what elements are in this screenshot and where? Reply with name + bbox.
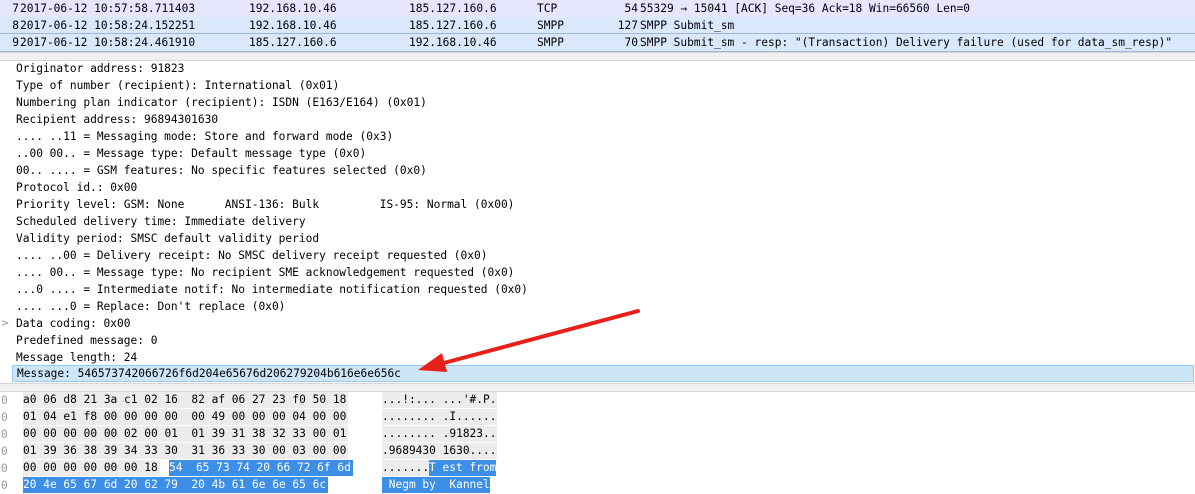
packet-info: 55329 → 15041 [ACK] Seq=36 Ack=18 Win=66… <box>640 2 971 15</box>
packet-destination: 192.168.10.46 <box>409 36 497 49</box>
ascii-bytes[interactable]: ........ .I...... <box>382 409 497 425</box>
hex-bytes-selected[interactable]: 20 4e 65 67 6d 20 62 79 20 4b 61 6e 6e 6… <box>23 477 329 493</box>
detail-line-scheduled-delivery[interactable]: Scheduled delivery time: Immediate deliv… <box>16 213 306 230</box>
packet-details-pane: Originator address: 91823 Type of number… <box>0 60 1195 382</box>
detail-line-message-type[interactable]: ..00 00.. = Message type: Default messag… <box>16 145 366 162</box>
packet-length: 127 <box>617 19 638 32</box>
packet-info: SMPP Submit_sm - resp: "(Transaction) De… <box>640 36 1173 49</box>
ascii-bytes[interactable]: ........ .91823.. <box>382 426 497 442</box>
packet-time: 2017-06-12 10:58:24.152251 <box>20 19 196 32</box>
packet-destination: 185.127.160.6 <box>409 2 497 15</box>
detail-line-protocol-id[interactable]: Protocol id.: 0x00 <box>16 179 137 196</box>
packet-bytes-pane: 0 a0 06 d8 21 3a c1 02 16 82 af 06 27 23… <box>0 392 1195 493</box>
ascii-bytes-selected[interactable]: Negm by Kannel <box>382 477 490 493</box>
ascii-bytes-selected[interactable]: T est from <box>429 460 497 476</box>
ascii-bytes[interactable]: ...!:... ...'#.P. <box>382 392 497 408</box>
detail-line-gsm-features[interactable]: 00.. .... = GSM features: No specific fe… <box>16 162 427 179</box>
byte-offset: 0 <box>1 428 8 441</box>
detail-line-originator-address[interactable]: Originator address: 91823 <box>16 60 184 77</box>
packet-length: 54 <box>624 2 638 15</box>
packet-source: 192.168.10.46 <box>249 2 337 15</box>
hex-bytes[interactable]: 01 39 36 38 39 34 33 30 31 36 33 30 00 0… <box>23 443 349 459</box>
detail-line-recipient-address[interactable]: Recipient address: 96894301630 <box>16 111 218 128</box>
byte-offset: 0 <box>1 394 8 407</box>
detail-line-validity-period[interactable]: Validity period: SMSC default validity p… <box>16 230 319 247</box>
byte-offset: 0 <box>1 411 8 424</box>
byte-offset: 0 <box>1 445 8 458</box>
detail-line-message-length[interactable]: Message length: 24 <box>16 349 137 366</box>
pane-splitter[interactable] <box>0 383 1195 392</box>
byte-offset: 0 <box>1 479 8 492</box>
packet-row[interactable]: 7 2017-06-12 10:57:58.711403 192.168.10.… <box>0 0 1195 17</box>
hex-bytes[interactable]: 00 00 00 00 00 00 18 <box>23 460 160 476</box>
detail-line-replace[interactable]: .... ...0 = Replace: Don't replace (0x0) <box>16 298 285 315</box>
packet-time: 2017-06-12 10:58:24.461910 <box>20 36 196 49</box>
packet-protocol: SMPP <box>537 36 564 49</box>
detail-line-message-selected[interactable]: Message: 546573742066726f6d204e65676d206… <box>12 365 1194 382</box>
byte-offset: 0 <box>1 462 8 475</box>
packet-source: 185.127.160.6 <box>249 36 337 49</box>
packet-number: 7 <box>12 2 19 15</box>
detail-line-predefined-message[interactable]: Predefined message: 0 <box>16 332 157 349</box>
hex-bytes[interactable]: a0 06 d8 21 3a c1 02 16 82 af 06 27 23 f… <box>23 392 349 408</box>
detail-line-type-of-number[interactable]: Type of number (recipient): Internationa… <box>16 77 339 94</box>
detail-line-sme-ack[interactable]: .... 00.. = Message type: No recipient S… <box>16 264 514 281</box>
ascii-bytes[interactable]: .9689430 1630.... <box>382 443 497 459</box>
packet-time: 2017-06-12 10:57:58.711403 <box>20 2 196 15</box>
detail-line-priority-level[interactable]: Priority level: GSM: None ANSI-136: Bulk… <box>16 196 514 213</box>
expand-chevron-icon[interactable]: > <box>1 315 11 332</box>
detail-line-data-coding[interactable]: Data coding: 0x00 <box>16 315 131 332</box>
detail-line-intermediate-notif[interactable]: ...0 .... = Intermediate notif: No inter… <box>16 281 528 298</box>
packet-info: SMPP Submit_sm <box>640 19 735 32</box>
packet-row[interactable]: 8 2017-06-12 10:58:24.152251 192.168.10.… <box>0 17 1195 34</box>
packet-number: 9 <box>12 36 19 49</box>
detail-line-numbering-plan[interactable]: Numbering plan indicator (recipient): IS… <box>16 94 427 111</box>
packet-destination: 185.127.160.6 <box>409 19 497 32</box>
packet-length: 70 <box>624 36 638 49</box>
packet-protocol: SMPP <box>537 19 564 32</box>
hex-bytes-selected[interactable]: 54 65 73 74 20 66 72 6f 6d <box>169 460 353 476</box>
packet-list: 7 2017-06-12 10:57:58.711403 192.168.10.… <box>0 0 1195 53</box>
packet-row-selected[interactable]: 9 2017-06-12 10:58:24.461910 185.127.160… <box>0 33 1195 52</box>
detail-line-messaging-mode[interactable]: .... ..11 = Messaging mode: Store and fo… <box>16 128 393 145</box>
hex-bytes[interactable]: 00 00 00 00 00 02 00 01 01 39 31 38 32 3… <box>23 426 349 442</box>
packet-number: 8 <box>12 19 19 32</box>
hex-bytes[interactable]: 01 04 e1 f8 00 00 00 00 00 49 00 00 00 0… <box>23 409 349 425</box>
ascii-bytes[interactable]: ....... <box>382 460 430 476</box>
detail-line-delivery-receipt[interactable]: .... ..00 = Delivery receipt: No SMSC de… <box>16 247 487 264</box>
packet-source: 192.168.10.46 <box>249 19 337 32</box>
packet-protocol: TCP <box>537 2 558 15</box>
